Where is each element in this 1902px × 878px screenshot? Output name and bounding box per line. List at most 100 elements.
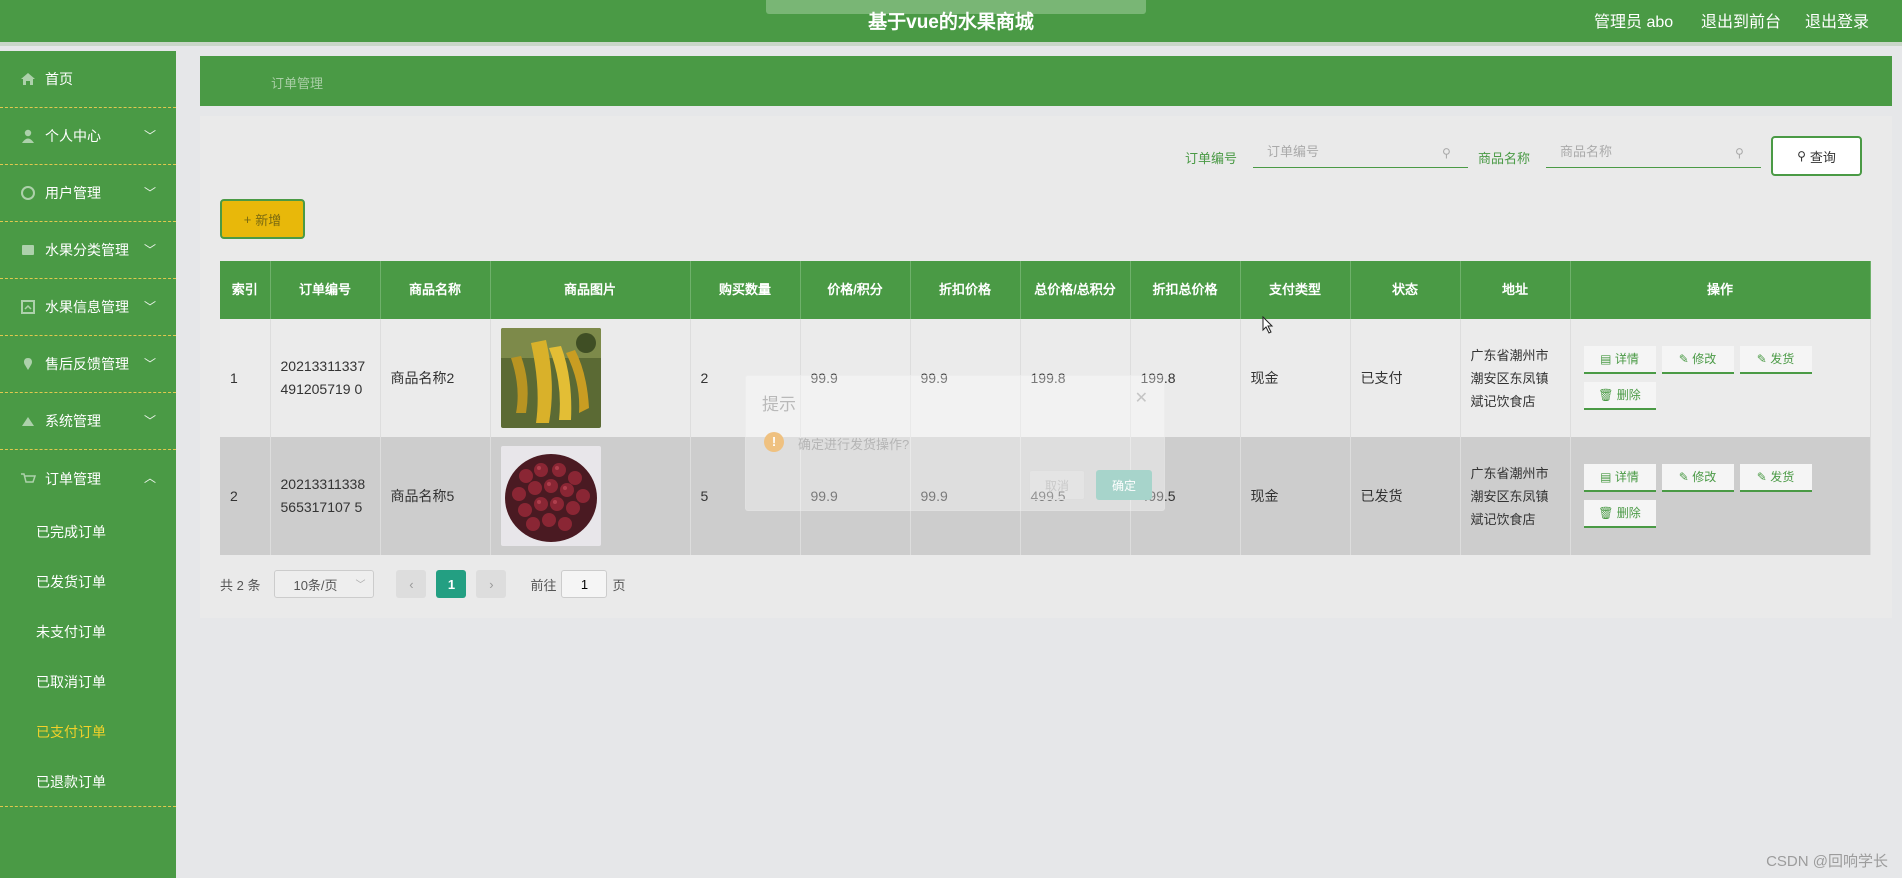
delete-button-label: 删除 (1616, 506, 1641, 520)
dialog-cancel-button[interactable]: 取消 (1029, 470, 1085, 500)
column-header: 状态 (1350, 261, 1461, 319)
cell-actions: ▤ 详情 ✎ 修改 ✎ 发货 🗑 删除 (1570, 437, 1871, 555)
starfruit-image[interactable] (500, 328, 601, 428)
trash-icon: 🗑 (1598, 388, 1617, 402)
sidebar-subitem-refunded-orders[interactable]: 已退款订单 (0, 757, 176, 807)
cell-product-name: 商品名称2 (380, 319, 491, 437)
prev-page-button[interactable]: ‹ (396, 570, 427, 598)
column-header: 订单编号 (270, 261, 381, 319)
chevron-down-icon: ﹀ (143, 129, 156, 143)
order-no-input[interactable] (1253, 136, 1468, 168)
sidebar-subitem-unpaid-orders[interactable]: 未支付订单 (0, 607, 176, 657)
chevron-down-icon: ﹀ (143, 186, 156, 200)
product-name-input[interactable] (1546, 136, 1761, 168)
sidebar-item-orders[interactable]: 订单管理 ︿ (0, 450, 176, 507)
add-button[interactable]: + 新增 (220, 199, 305, 239)
document-icon: ▤ (1600, 470, 1615, 484)
logout-link[interactable]: 退出登录 (1805, 8, 1869, 32)
dialog-confirm-button[interactable]: 确定 (1096, 470, 1152, 500)
sidebar-item-fruit-category[interactable]: 水果分类管理 ﹀ (0, 222, 176, 279)
column-header: 索引 (220, 261, 271, 319)
product-name-label: 商品名称 (1478, 151, 1531, 166)
search-icon: ⚲ (1735, 146, 1744, 160)
cell-pay-type: 现金 (1240, 319, 1351, 437)
cherries-image[interactable] (500, 446, 601, 546)
search-icon: ⚲ (1442, 146, 1451, 160)
category-icon (22, 245, 34, 255)
ship-button[interactable]: ✎ 发货 (1739, 346, 1812, 374)
query-button-label: 查询 (1809, 149, 1836, 165)
sidebar-item-label: 首页 (45, 71, 73, 87)
chevron-down-icon: ﹀ (355, 580, 366, 591)
detail-button-label: 详情 (1614, 470, 1639, 484)
goto-suffix: 页 (612, 577, 626, 593)
admin-user-label: 管理员 abo (1594, 14, 1674, 31)
user-icon (22, 129, 34, 143)
add-button-label: 新增 (255, 212, 282, 228)
confirm-dialog: 提示 ✕ ! 确定进行发货操作? 取消 确定 (745, 375, 1165, 511)
delete-button[interactable]: 🗑 删除 (1583, 382, 1656, 410)
cell-index: 2 (220, 437, 271, 555)
search-icon: ⚲ (1797, 149, 1806, 163)
document-icon: ▤ (1600, 352, 1615, 366)
chevron-down-icon: ﹀ (143, 357, 156, 371)
dialog-message: 确定进行发货操作? (798, 437, 910, 452)
column-header: 折扣总价格 (1130, 261, 1241, 319)
page-number-current[interactable]: 1 (436, 570, 467, 598)
goto-page-input[interactable] (561, 570, 608, 598)
sidebar-item-system[interactable]: 系统管理 ﹀ (0, 393, 176, 450)
delete-button[interactable]: 🗑 删除 (1583, 500, 1656, 528)
sidebar-subitem-shipped-orders[interactable]: 已发货订单 (0, 557, 176, 607)
column-header: 价格/积分 (800, 261, 911, 319)
plus-icon: + (243, 211, 252, 227)
edit-button[interactable]: ✎ 修改 (1661, 346, 1734, 374)
sidebar-subitem-completed-orders[interactable]: 已完成订单 (0, 507, 176, 557)
sidebar-item-fruit-info[interactable]: 水果信息管理 ﹀ (0, 279, 176, 336)
edit-button[interactable]: ✎ 修改 (1661, 464, 1734, 492)
ship-button-label: 发货 (1770, 352, 1795, 366)
edit-icon: ✎ (1756, 352, 1771, 366)
cell-order-no: 20213311338565317107 5 (270, 437, 381, 555)
delete-button-label: 删除 (1616, 388, 1641, 402)
column-header: 商品名称 (380, 261, 491, 319)
warning-icon: ! (764, 432, 784, 452)
detail-button[interactable]: ▤ 详情 (1583, 346, 1656, 374)
breadcrumb: 订单管理 (200, 56, 1892, 106)
sidebar-item-label: 水果信息管理 (45, 299, 129, 315)
column-header: 地址 (1460, 261, 1571, 319)
main-panel: 订单编号 ⚲ 商品名称 ⚲ ⚲ 查询 + 新增 索引 订单编号 商品名称 商品图… (200, 116, 1892, 618)
cell-status: 已发货 (1350, 437, 1461, 555)
close-icon[interactable]: ✕ (1135, 388, 1148, 408)
cell-actions: ▤ 详情 ✎ 修改 ✎ 发货 🗑 删除 (1570, 319, 1871, 437)
sidebar-item-label: 售后反馈管理 (45, 356, 129, 372)
page-size-value: 10条/页 (293, 577, 338, 593)
sidebar-subitem-paid-orders[interactable]: 已支付订单 (0, 707, 176, 757)
ship-button[interactable]: ✎ 发货 (1739, 464, 1812, 492)
home-icon (21, 73, 35, 85)
cell-pay-type: 现金 (1240, 437, 1351, 555)
query-button[interactable]: ⚲ 查询 (1771, 136, 1862, 176)
column-header: 购买数量 (690, 261, 801, 319)
back-to-frontend-link[interactable]: 退出到前台 (1701, 8, 1781, 32)
detail-button[interactable]: ▤ 详情 (1583, 464, 1656, 492)
column-header: 总价格/总积分 (1020, 261, 1131, 319)
next-page-button[interactable]: › (476, 570, 507, 598)
watermark: CSDN @回响学长 (1766, 853, 1888, 870)
sidebar-item-users[interactable]: 用户管理 ﹀ (0, 165, 176, 222)
order-icon (21, 472, 36, 483)
sidebar-item-profile[interactable]: 个人中心 ﹀ (0, 108, 176, 165)
page-size-select[interactable]: 10条/页 ﹀ (274, 570, 375, 598)
feedback-icon (24, 358, 32, 370)
cell-index: 1 (220, 319, 271, 437)
sidebar-item-label: 订单管理 (45, 470, 101, 487)
edit-button-label: 修改 (1692, 352, 1717, 366)
sidebar-item-feedback[interactable]: 售后反馈管理 ﹀ (0, 336, 176, 393)
sidebar-subitem-cancelled-orders[interactable]: 已取消订单 (0, 657, 176, 707)
sidebar-item-label: 系统管理 (45, 413, 101, 429)
trash-icon: 🗑 (1598, 506, 1617, 520)
chevron-down-icon: ﹀ (143, 414, 156, 428)
edit-icon: ✎ (1678, 470, 1693, 484)
top-header: 基于vue的水果商城 管理员 abo 退出到前台 退出登录 (0, 0, 1902, 46)
sidebar-item-home[interactable]: 首页 (0, 51, 176, 108)
sidebar-item-label: 用户管理 (45, 185, 101, 201)
